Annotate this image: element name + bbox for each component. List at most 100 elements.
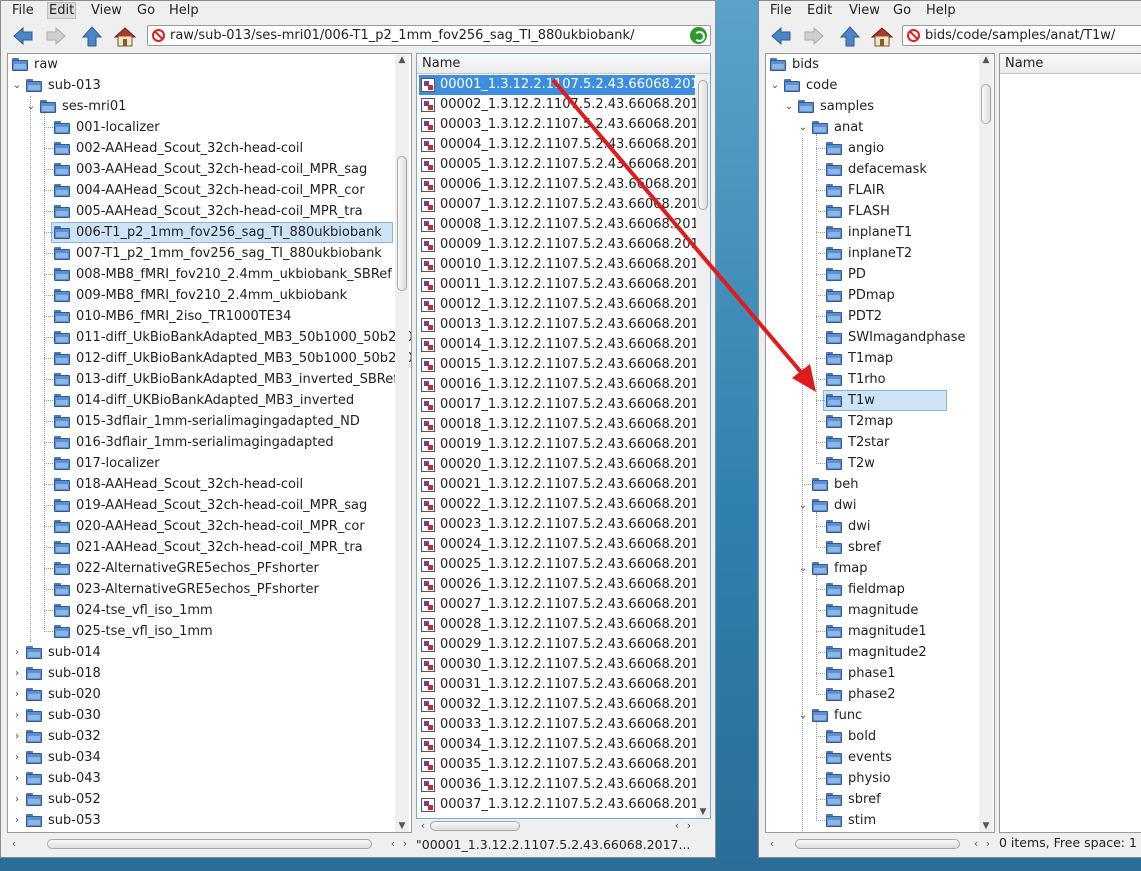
tree-item-anat-pdmap[interactable]: PDmap [766,285,994,306]
tree-horizontal-scrollbar[interactable]: ‹ ‹ › [7,837,412,851]
tree-item-fmap[interactable]: ⌄ fmap [766,558,994,579]
file-list-item[interactable]: 00033_1.3.12.2.1107.5.2.43.66068.2017 [419,715,707,735]
forward-button-right[interactable] [801,24,827,48]
tree-item-anat[interactable]: ⌄ anat [766,117,994,138]
file-list-item[interactable]: 00034_1.3.12.2.1107.5.2.43.66068.2017 [419,735,707,755]
menu-edit-right[interactable]: Edit [806,3,833,18]
tree-item-anat-pdt2[interactable]: PDT2 [766,306,994,327]
menu-file[interactable]: File [11,3,35,18]
tree-item-series[interactable]: 023-AlternativeGRE5echos_PFshorter [8,579,411,600]
collapse-chevron-icon[interactable]: ⌄ [770,75,780,96]
collapse-chevron-icon[interactable]: ⌄ [798,117,808,138]
right-scroll-right-arrow-icon[interactable]: › [983,837,993,851]
folder-tree-pane-right[interactable]: bids ⌄ code ⌄ samples ⌄ anat angio defacemask FLA… [765,53,995,833]
tree-item-func-child[interactable]: physio [766,768,994,789]
tree-item-series[interactable]: 003-AAHead_Scout_32ch-head-coil_MPR_sag [8,159,411,180]
tree-item-func-child[interactable]: events [766,747,994,768]
tree-item-root[interactable]: raw [8,54,411,75]
file-list-item[interactable]: 00003_1.3.12.2.1107.5.2.43.66068.2017 [419,115,707,135]
expand-chevron-icon[interactable]: › [12,768,22,789]
tree-item-fmap-child[interactable]: magnitude2 [766,642,994,663]
tree-item-series[interactable]: 011-diff_UkBioBankAdapted_MB3_50b1000_50… [8,327,411,348]
tree-item-series[interactable]: 001-localizer [8,117,411,138]
expand-chevron-icon[interactable]: › [12,789,22,810]
tree-item-subject[interactable]: › sub-052 [8,789,411,810]
file-scroll-left-arrow-icon-2[interactable]: ‹ [672,819,682,833]
file-list-item[interactable]: 00025_1.3.12.2.1107.5.2.43.66068.2017 [419,555,707,575]
tree-item-fmap-child[interactable]: magnitude1 [766,621,994,642]
tree-item-func-child[interactable]: sbref [766,789,994,810]
tree-item-series[interactable]: 012-diff_UkBioBankAdapted_MB3_50b1000_50… [8,348,411,369]
tree-item-anat-t2w[interactable]: T2w [766,453,994,474]
menu-go-right[interactable]: Go [892,3,912,18]
tree-item-series[interactable]: 014-diff_UKBioBankAdapted_MB3_inverted [8,390,411,411]
file-list-item[interactable]: 00030_1.3.12.2.1107.5.2.43.66068.2017 [419,655,707,675]
tree-item-series[interactable]: 005-AAHead_Scout_32ch-head-coil_MPR_tra [8,201,411,222]
collapse-chevron-icon[interactable]: ⌄ [784,96,794,117]
file-list-item[interactable]: 00007_1.3.12.2.1107.5.2.43.66068.2017 [419,195,707,215]
tree-item-series[interactable]: 010-MB6_fMRI_2iso_TR1000TE34 [8,306,411,327]
file-list-item[interactable]: 00035_1.3.12.2.1107.5.2.43.66068.2017 [419,755,707,775]
tree-item-series[interactable]: 016-3dflair_1mm-serialimagingadapted [8,432,411,453]
address-bar-right[interactable]: bids/code/samples/anat/T1w/ [902,25,1141,46]
expand-chevron-icon[interactable]: › [12,684,22,705]
file-list-item[interactable]: 00016_1.3.12.2.1107.5.2.43.66068.2017 [419,375,707,395]
collapse-chevron-icon[interactable]: ⌄ [12,75,22,96]
tree-item-anat-t1w[interactable]: T1w [766,390,994,411]
expand-chevron-icon[interactable]: › [12,663,22,684]
tree-item-anat-swimagandphase[interactable]: SWImagandphase [766,327,994,348]
forward-button[interactable] [43,24,69,48]
tree-item-subject[interactable]: › sub-018 [8,663,411,684]
home-button[interactable] [112,24,138,48]
tree-item-func-child[interactable]: bold [766,726,994,747]
tree-item-func[interactable]: ⌄ func [766,705,994,726]
tree-item-anat-defacemask[interactable]: defacemask [766,159,994,180]
file-list-item[interactable]: 00010_1.3.12.2.1107.5.2.43.66068.2017 [419,255,707,275]
tree-item-series[interactable]: 015-3dflair_1mm-serialimagingadapted_ND [8,411,411,432]
expand-chevron-icon[interactable]: › [12,810,22,831]
menu-edit[interactable]: Edit [47,2,77,19]
menu-view[interactable]: View [90,3,123,18]
tree-item-series[interactable]: 017-localizer [8,453,411,474]
tree-item-anat-t1rho[interactable]: T1rho [766,369,994,390]
tree-item-subject[interactable]: › sub-014 [8,642,411,663]
expand-chevron-icon[interactable]: › [12,705,22,726]
tree-item-series[interactable]: 009-MB8_fMRI_fov210_2.4mm_ukbiobank [8,285,411,306]
right-scroll-left-arrow-icon-2[interactable]: ‹ [971,837,981,851]
tree-item-subject[interactable]: › sub-043 [8,768,411,789]
tree-item-subject[interactable]: › sub-030 [8,705,411,726]
tree-item-series[interactable]: 007-T1_p2_1mm_fov256_sag_TI_880ukbiobank [8,243,411,264]
file-list-item[interactable]: 00031_1.3.12.2.1107.5.2.43.66068.2017 [419,675,707,695]
right-scroll-down-arrow-icon[interactable]: ▼ [979,820,993,832]
right-scroll-up-arrow-icon[interactable]: ▲ [979,54,993,66]
file-scroll-down-arrow-icon[interactable]: ▼ [696,806,710,818]
file-list-item[interactable]: 00018_1.3.12.2.1107.5.2.43.66068.2017 [419,415,707,435]
file-list-item[interactable]: 00020_1.3.12.2.1107.5.2.43.66068.2017 [419,455,707,475]
expand-chevron-icon[interactable]: › [12,642,22,663]
scroll-right-arrow-icon[interactable]: › [400,837,410,851]
scroll-up-arrow-icon[interactable]: ▲ [395,54,409,66]
file-list-item[interactable]: 00019_1.3.12.2.1107.5.2.43.66068.2017 [419,435,707,455]
tree-item-fmap-child[interactable]: phase2 [766,684,994,705]
tree-item-anat-t1map[interactable]: T1map [766,348,994,369]
expand-chevron-icon[interactable]: › [12,747,22,768]
file-list-item[interactable]: 00008_1.3.12.2.1107.5.2.43.66068.2017 [419,215,707,235]
right-scroll-left-arrow-icon[interactable]: ‹ [767,837,777,851]
right-tree-horizontal-scrollbar[interactable]: ‹ ‹ › [765,837,995,851]
name-column-header[interactable]: Name [417,54,710,74]
tree-item-subject[interactable]: ⌄ sub-013 [8,75,411,96]
file-list-item[interactable]: 00026_1.3.12.2.1107.5.2.43.66068.2017 [419,575,707,595]
scroll-left-arrow-icon-2[interactable]: ‹ [388,837,398,851]
file-list-item[interactable]: 00002_1.3.12.2.1107.5.2.43.66068.2017 [419,95,707,115]
tree-item-series[interactable]: 006-T1_p2_1mm_fov256_sag_TI_880ukbiobank [8,222,411,243]
tree-item-subject[interactable]: › sub-053 [8,810,411,831]
file-list-pane-right[interactable]: Name [999,53,1141,833]
collapse-chevron-icon[interactable]: ⌄ [798,705,808,726]
file-list-pane[interactable]: Name 00001_1.3.12.2.1107.5.2.43.66068.20… [416,53,711,819]
tree-item-samples[interactable]: ⌄ samples [766,96,994,117]
stop-icon[interactable] [907,29,920,42]
tree-hscroll-thumb[interactable] [47,839,372,849]
file-list-item[interactable]: 00014_1.3.12.2.1107.5.2.43.66068.2017 [419,335,707,355]
expand-chevron-icon[interactable]: › [12,726,22,747]
file-list-item[interactable]: 00024_1.3.12.2.1107.5.2.43.66068.2017 [419,535,707,555]
